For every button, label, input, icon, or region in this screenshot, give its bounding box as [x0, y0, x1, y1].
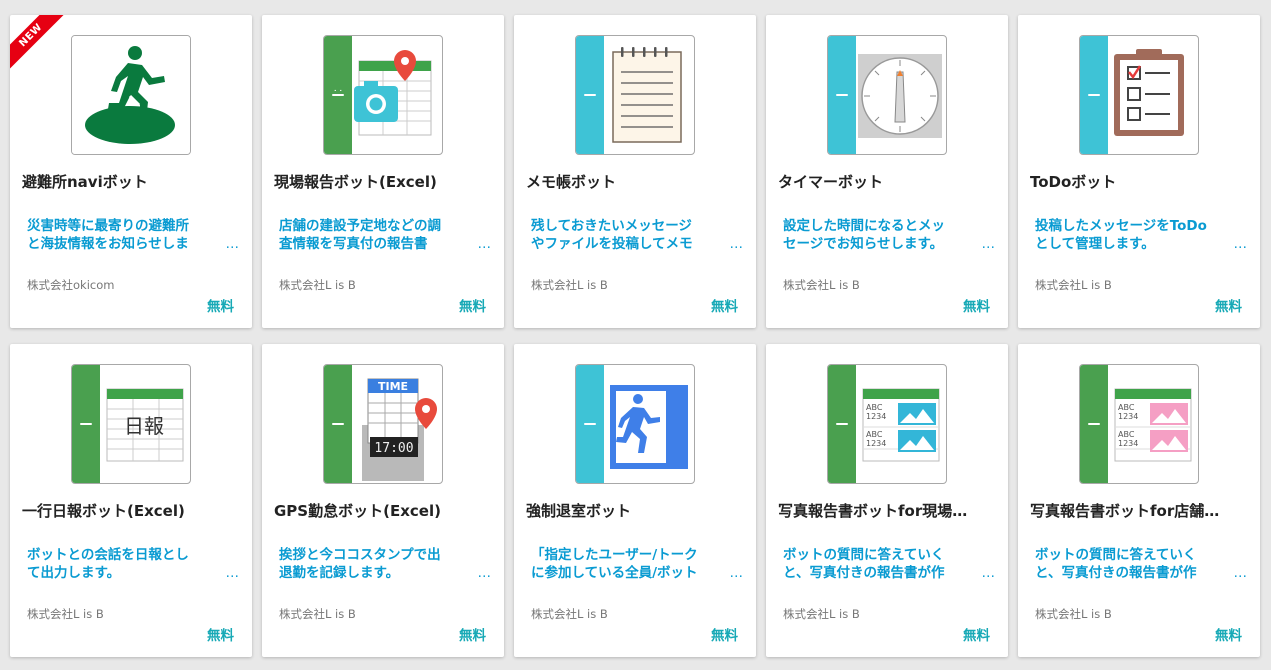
- daily-report-sheet-icon: 日報: [71, 364, 191, 484]
- bot-description: ボットの質問に答えていく と、写真付きの報告書が作 …: [1035, 547, 1248, 581]
- svg-text:ABC: ABC: [866, 403, 883, 412]
- bot-card-photo-report-genba[interactable]: ABC 1234 ABC 1234 写真報告書ボットfor現場… ボットの質問に…: [766, 344, 1008, 657]
- bot-price: 無料: [1215, 299, 1242, 315]
- bot-description: 挨拶と今ココスタンプで出 退勤を記録します。 …: [279, 547, 492, 581]
- svg-text:1234: 1234: [1118, 439, 1138, 448]
- svg-text:ABC: ABC: [1118, 403, 1135, 412]
- bot-price: 無料: [459, 299, 486, 315]
- bot-price: 無料: [207, 628, 234, 644]
- bot-card-timer[interactable]: タイマーボット 設定した時間になるとメッ セージでお知らせします。 … 株式会社…: [766, 15, 1008, 328]
- notepad-icon: [575, 35, 695, 155]
- bot-card-memo[interactable]: メモ帳ボット 残しておきたいメッセージ やファイルを投稿してメモ … 株式会社L…: [514, 15, 756, 328]
- bot-vendor: 株式会社L is B: [279, 278, 356, 292]
- more-ellipsis: …: [1233, 236, 1248, 252]
- more-ellipsis: …: [225, 236, 240, 252]
- evacuation-runner-icon: [71, 35, 191, 155]
- bot-price: 無料: [963, 299, 990, 315]
- more-ellipsis: …: [477, 565, 492, 581]
- bot-title: GPS勤怠ボット(Excel): [274, 502, 441, 520]
- bot-title: 一行日報ボット(Excel): [22, 502, 185, 520]
- timer-dial-icon: [827, 35, 947, 155]
- bot-card-todo[interactable]: ToDoボット 投稿したメッセージをToDo として管理します。 … 株式会社L…: [1018, 15, 1260, 328]
- more-ellipsis: …: [729, 236, 744, 252]
- exit-door-icon: [575, 364, 695, 484]
- bot-description: 「指定したユーザー/トーク に参加している全員/ボット …: [531, 547, 744, 581]
- more-ellipsis: …: [981, 236, 996, 252]
- bot-vendor: 株式会社L is B: [531, 607, 608, 621]
- bot-description: 店舗の建設予定地などの調 査情報を写真付の報告書 …: [279, 218, 492, 252]
- bot-card-nippou[interactable]: 日報 一行日報ボット(Excel) ボットとの会話を日報とし て出力します。 ……: [10, 344, 252, 657]
- svg-text:1234: 1234: [1118, 412, 1138, 421]
- bot-description: 投稿したメッセージをToDo として管理します。 …: [1035, 218, 1248, 252]
- spreadsheet-camera-pin-icon: ˙˙: [323, 35, 443, 155]
- bot-price: 無料: [711, 299, 738, 315]
- bot-vendor: 株式会社L is B: [1035, 607, 1112, 621]
- bot-title: ToDoボット: [1030, 173, 1117, 191]
- bot-vendor: 株式会社L is B: [783, 607, 860, 621]
- bot-card-kyousei-taishitsu[interactable]: 強制退室ボット 「指定したユーザー/トーク に参加している全員/ボット … 株式…: [514, 344, 756, 657]
- bot-vendor: 株式会社L is B: [783, 278, 860, 292]
- more-ellipsis: …: [477, 236, 492, 252]
- more-ellipsis: …: [981, 565, 996, 581]
- svg-text:17:00: 17:00: [374, 441, 413, 456]
- bot-card-photo-report-tenpo[interactable]: ABC 1234 ABC 1234 写真報告書ボットfor店舗… ボットの質問に…: [1018, 344, 1260, 657]
- bot-description: 災害時等に最寄りの避難所 と海抜情報をお知らせしま …: [27, 218, 240, 252]
- bot-title: 避難所naviボット: [22, 173, 148, 191]
- svg-text:1234: 1234: [866, 412, 886, 421]
- bot-price: 無料: [207, 299, 234, 315]
- svg-text:1234: 1234: [866, 439, 886, 448]
- bot-vendor: 株式会社okicom: [27, 278, 115, 292]
- bot-title: 写真報告書ボットfor現場…: [778, 502, 968, 520]
- bot-price: 無料: [963, 628, 990, 644]
- svg-text:ABC: ABC: [1118, 430, 1135, 439]
- bot-description: ボットとの会話を日報とし て出力します。 …: [27, 547, 240, 581]
- time-clock-icon: TIME 17:00: [323, 364, 443, 484]
- bot-title: 写真報告書ボットfor店舗…: [1030, 502, 1220, 520]
- bot-description: 設定した時間になるとメッ セージでお知らせします。 …: [783, 218, 996, 252]
- bot-description: 残しておきたいメッセージ やファイルを投稿してメモ …: [531, 218, 744, 252]
- bot-vendor: 株式会社L is B: [27, 607, 104, 621]
- bot-description: ボットの質問に答えていく と、写真付きの報告書が作 …: [783, 547, 996, 581]
- svg-text:ABC: ABC: [866, 430, 883, 439]
- bot-card-genba-houkoku[interactable]: ˙˙ 現場報告ボット(Excel) 店舗の建設予定地などの調: [262, 15, 504, 328]
- bot-price: 無料: [1215, 628, 1242, 644]
- more-ellipsis: …: [729, 565, 744, 581]
- bot-price: 無料: [459, 628, 486, 644]
- bot-title: 強制退室ボット: [526, 502, 632, 520]
- checklist-clipboard-icon: [1079, 35, 1199, 155]
- bot-card-hinanjo-navi[interactable]: NEW 避難所naviボット 災害時等に最寄りの避難所 と海抜情報をお知らせしま…: [10, 15, 252, 328]
- new-badge: NEW: [10, 15, 66, 71]
- svg-text:TIME: TIME: [378, 380, 408, 393]
- svg-text:日報: 日報: [124, 414, 164, 438]
- more-ellipsis: …: [225, 565, 240, 581]
- photo-report-blue-icon: ABC 1234 ABC 1234: [827, 364, 947, 484]
- bot-card-gps-kintai[interactable]: TIME 17:00 GPS勤怠ボット(Excel) 挨拶と今ココスタンプで出 …: [262, 344, 504, 657]
- bot-catalog-grid: NEW 避難所naviボット 災害時等に最寄りの避難所 と海抜情報をお知らせしま…: [0, 0, 1271, 670]
- bot-vendor: 株式会社L is B: [279, 607, 356, 621]
- bot-title: タイマーボット: [778, 173, 884, 191]
- more-ellipsis: …: [1233, 565, 1248, 581]
- bot-price: 無料: [711, 628, 738, 644]
- bot-vendor: 株式会社L is B: [1035, 278, 1112, 292]
- bot-title: 現場報告ボット(Excel): [274, 173, 437, 191]
- photo-report-pink-icon: ABC 1234 ABC 1234: [1079, 364, 1199, 484]
- bot-vendor: 株式会社L is B: [531, 278, 608, 292]
- bot-title: メモ帳ボット: [526, 173, 617, 191]
